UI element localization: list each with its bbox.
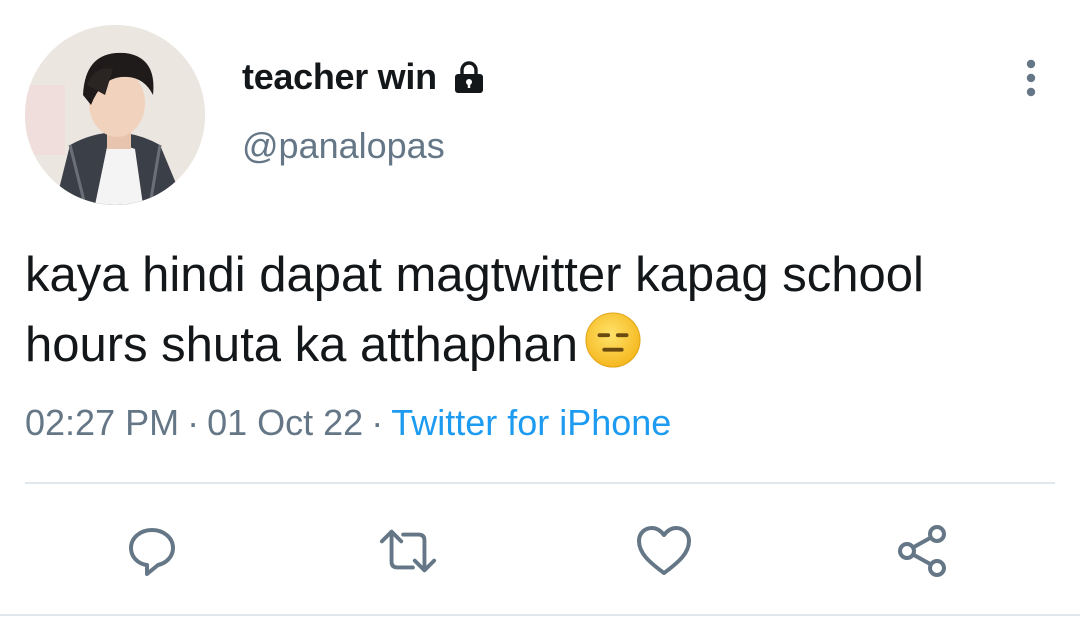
display-name-row: teacher win: [242, 56, 487, 98]
share-button[interactable]: [892, 521, 952, 581]
like-button[interactable]: [634, 521, 694, 581]
tweet-text: kaya hindi dapat magtwitter kapag school…: [25, 240, 1065, 380]
user-handle[interactable]: @panalopas: [242, 125, 445, 167]
tweet-text-line-2-text: hours shuta ka atthaphan: [25, 318, 579, 372]
action-bar: [0, 521, 1080, 581]
share-icon: [898, 525, 946, 577]
reply-icon: [129, 528, 175, 576]
tweet-time: 02:27 PM: [25, 402, 180, 443]
more-options-icon[interactable]: [1018, 58, 1044, 98]
bottom-divider: [0, 614, 1080, 616]
tweet-date: 01 Oct 22: [207, 402, 364, 443]
avatar[interactable]: [25, 25, 205, 205]
tweet-text-line-1: kaya hindi dapat magtwitter kapag school: [25, 248, 924, 302]
reply-button[interactable]: [122, 521, 182, 581]
avatar-photo: [25, 25, 205, 205]
heart-icon: [637, 526, 691, 575]
retweet-icon: [379, 529, 437, 573]
display-name[interactable]: teacher win: [242, 56, 437, 98]
divider: [25, 482, 1055, 484]
tweet-source-link[interactable]: Twitter for iPhone: [391, 402, 671, 443]
retweet-button[interactable]: [378, 521, 438, 581]
meta-separator: ·: [371, 402, 384, 443]
meta-separator: ·: [187, 402, 200, 443]
tweet-text-line-2: hours shuta ka atthaphan: [25, 310, 1065, 380]
lock-icon: [454, 61, 483, 93]
tweet-meta: 02:27 PM · 01 Oct 22 · Twitter for iPhone: [25, 402, 671, 444]
expressionless-face-emoji: [585, 312, 641, 368]
tweet-card: teacher win @panalopas kaya hindi dapat …: [0, 0, 1080, 630]
